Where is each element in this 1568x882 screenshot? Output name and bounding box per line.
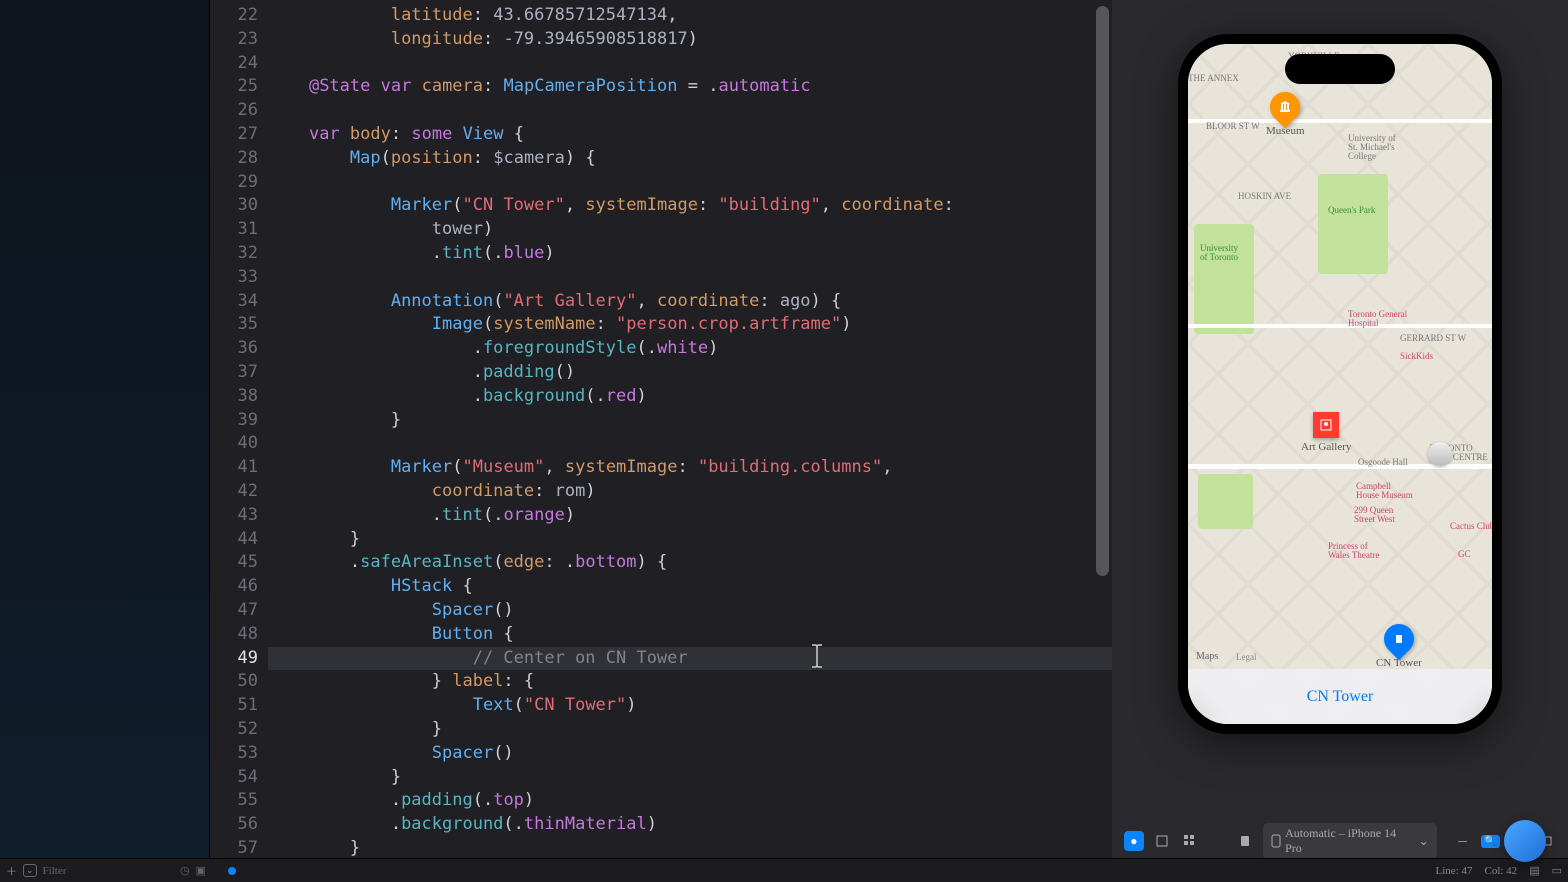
code-editor[interactable]: 2223242526272829303132333435363738394041… <box>210 0 1112 870</box>
poi-label: Queen's Park <box>1328 206 1375 215</box>
poi-label: Princess of Wales Theatre <box>1328 542 1379 560</box>
line-gutter: 2223242526272829303132333435363738394041… <box>210 0 268 870</box>
live-preview-button[interactable]: ● <box>1124 831 1144 851</box>
poi-label: Osgoode Hall <box>1358 458 1408 467</box>
authors-icon[interactable]: ▭ <box>1552 864 1562 877</box>
marker-location[interactable] <box>1428 442 1452 466</box>
selectable-button[interactable] <box>1152 831 1172 851</box>
editor-scrollbar[interactable] <box>1096 0 1109 870</box>
assistant-bubble[interactable] <box>1504 820 1546 862</box>
variants-button[interactable] <box>1180 831 1200 851</box>
poi-label: GERRARD ST W <box>1400 334 1466 343</box>
dynamic-island <box>1285 54 1395 84</box>
filter-scope-icon[interactable]: ⌄ <box>23 864 37 877</box>
cursor-col: Col: 42 <box>1484 865 1517 877</box>
poi-label: University of Toronto <box>1200 244 1238 262</box>
legal-link[interactable]: Legal <box>1236 652 1257 662</box>
marker-label: Art Gallery <box>1301 442 1351 453</box>
poi-label: HOSKIN AVE <box>1238 192 1291 201</box>
annotation-art-gallery[interactable]: Art Gallery <box>1301 412 1351 453</box>
chevron-down-icon: ⌄ <box>1419 834 1429 849</box>
marker-cn-tower[interactable]: CN Tower <box>1376 624 1422 669</box>
poi-label: GC <box>1458 550 1471 559</box>
text-cursor-icon <box>808 643 826 675</box>
minimap-icon[interactable]: ▤ <box>1529 864 1539 877</box>
bottom-statusbar: ＋ ⌄ Filter ◷ ▣ Line: 47 Col: 42 ▤ ▭ <box>0 858 1568 882</box>
ide-window: 2223242526272829303132333435363738394041… <box>0 0 1568 870</box>
maps-logo: Maps <box>1196 651 1218 662</box>
poi-label: THE ANNEX <box>1188 74 1239 83</box>
poi-label: SickKids <box>1400 352 1433 361</box>
cursor-line: Line: 47 <box>1436 865 1473 877</box>
bottom-button-cn-tower[interactable]: CN Tower <box>1188 669 1492 724</box>
device-selector[interactable]: Automatic – iPhone 14 Pro ⌄ <box>1263 823 1436 859</box>
clock-icon[interactable]: ◷ <box>180 864 190 877</box>
map-background[interactable] <box>1188 44 1492 724</box>
add-button[interactable]: ＋ <box>6 863 17 879</box>
status-indicator <box>228 867 236 875</box>
poi-label: University of St. Michael's College <box>1348 134 1396 161</box>
poi-label: Campbell House Museum <box>1356 482 1413 500</box>
poi-label: 299 Queen Street West <box>1354 506 1395 524</box>
preview-canvas: YORKVILLE THE ANNEX BLOOR ST W Universit… <box>1112 0 1568 870</box>
scrollbar-thumb[interactable] <box>1096 6 1109 576</box>
navigator-sidebar[interactable] <box>0 0 210 870</box>
zoom-fit-button[interactable]: 🔍 <box>1481 831 1501 851</box>
device-frame: YORKVILLE THE ANNEX BLOOR ST W Universit… <box>1178 34 1502 734</box>
outline-icon[interactable]: ▣ <box>196 864 206 877</box>
device-settings-button[interactable] <box>1235 831 1255 851</box>
device-screen[interactable]: YORKVILLE THE ANNEX BLOOR ST W Universit… <box>1188 44 1492 724</box>
preview-toolbar: ● Automatic – iPhone 14 Pro ⌄ － 🔍 ＋ <box>1112 828 1568 854</box>
code-area[interactable]: latitude: 43.66785712547134, longitude: … <box>268 0 1112 870</box>
poi-label: Toronto General Hospital <box>1348 310 1407 328</box>
marker-museum[interactable]: Museum <box>1266 92 1305 137</box>
poi-label: Cactus Club <box>1450 522 1492 531</box>
zoom-out-button[interactable]: － <box>1453 831 1473 851</box>
poi-label: BLOOR ST W <box>1206 122 1260 131</box>
filter-field[interactable]: Filter <box>43 865 67 877</box>
